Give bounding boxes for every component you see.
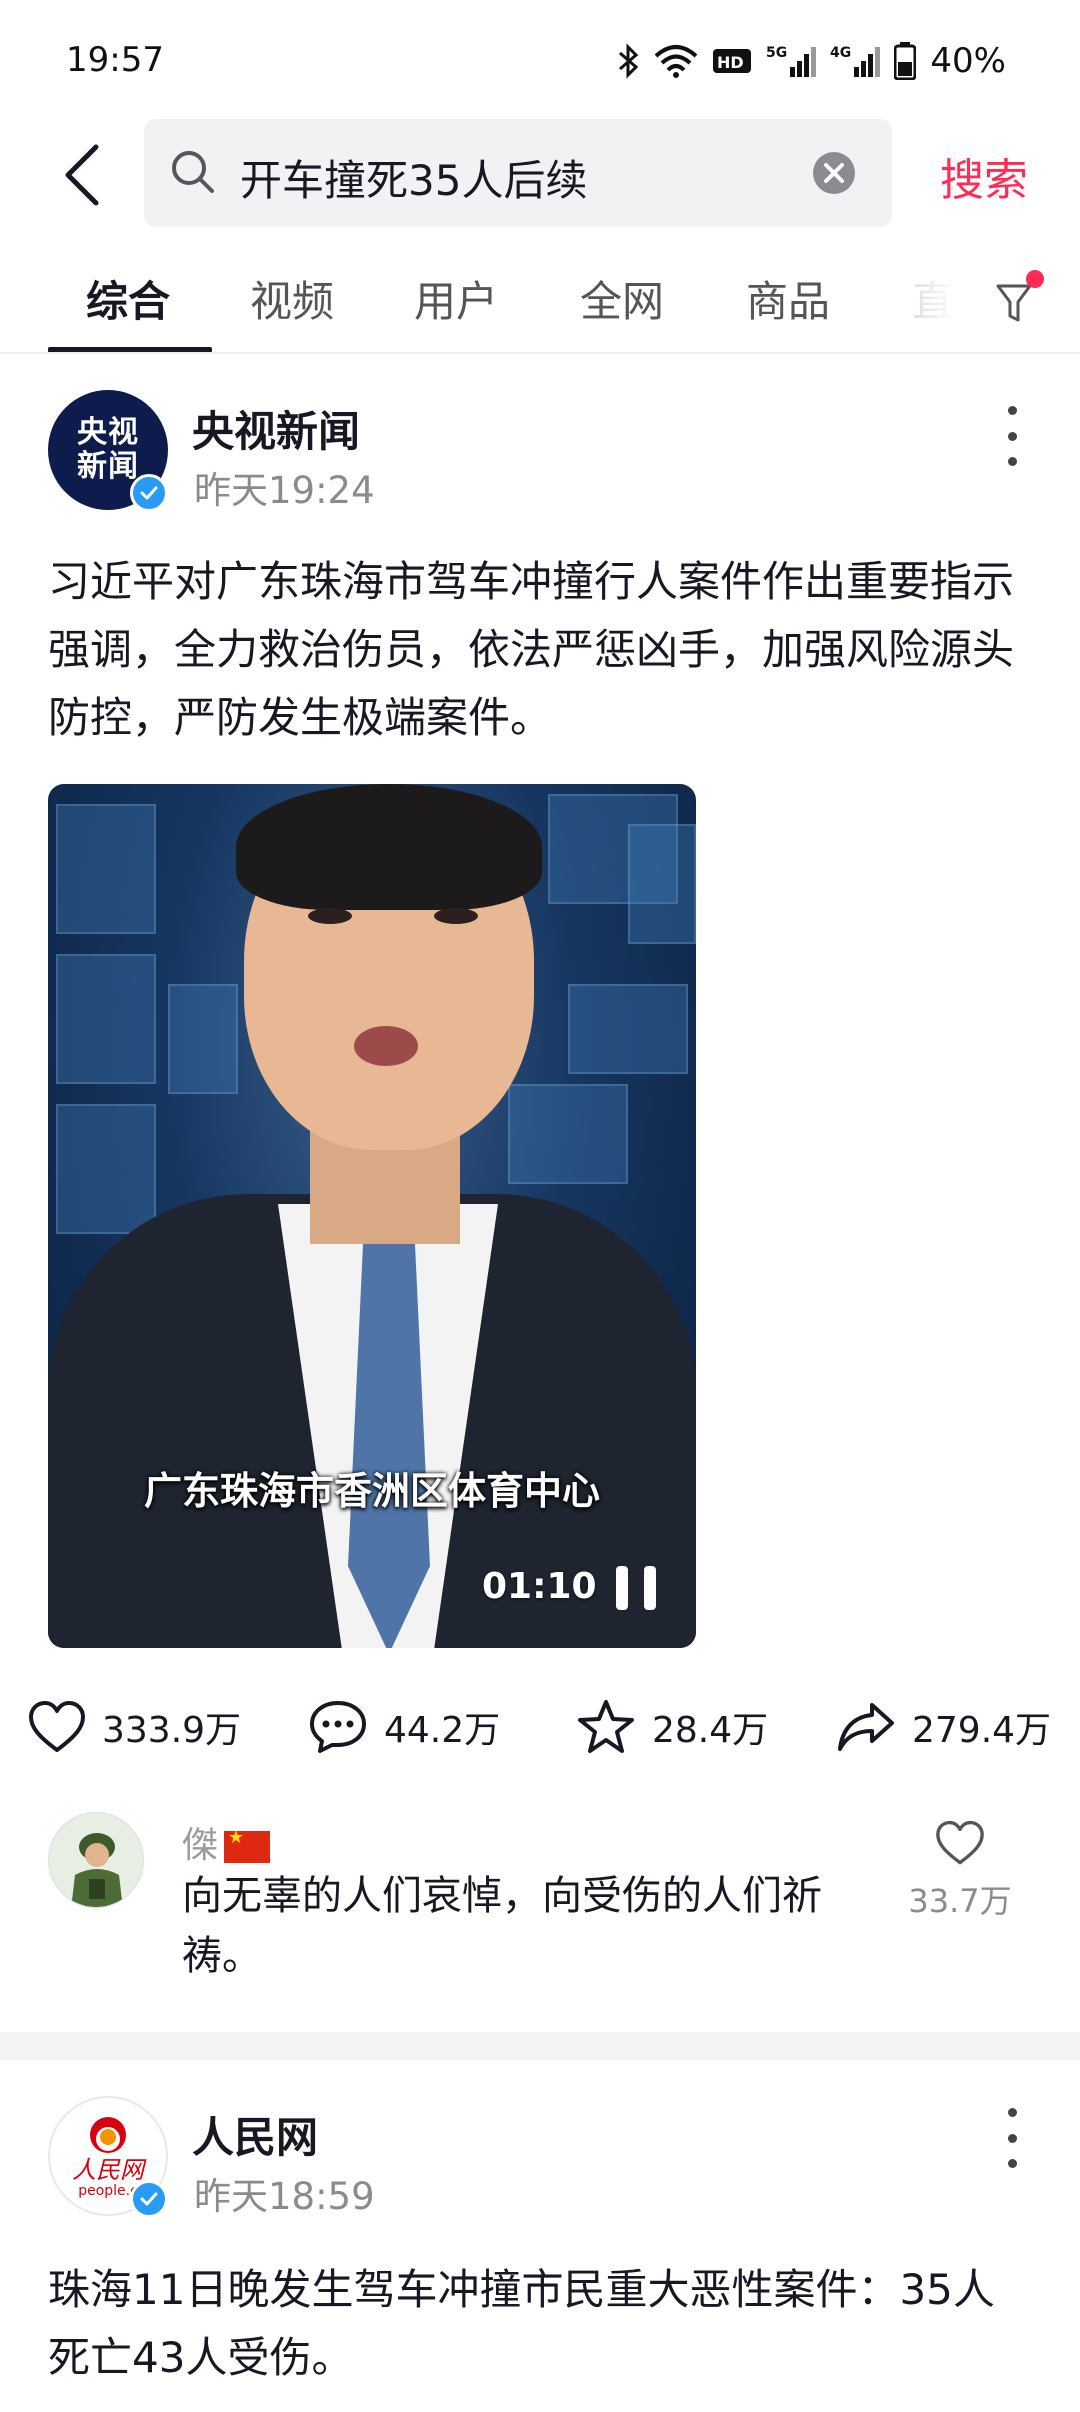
- comment-button[interactable]: 44.2万: [308, 1690, 500, 1764]
- post-time: 昨天19:24: [194, 469, 375, 512]
- avatar-text-line2: 新闻: [77, 449, 139, 484]
- svg-text:4G: 4G: [830, 45, 851, 61]
- verified-icon: [130, 474, 168, 512]
- back-button[interactable]: [52, 140, 112, 210]
- status-bar: 19:57 HD 5G 4G 40%: [0, 0, 1080, 116]
- hd-icon: HD: [712, 46, 752, 76]
- post-text[interactable]: 习近平对广东珠海市驾车冲撞行人案件作出重要指示强调，全力救治伤员，依法严惩凶手，…: [48, 548, 1028, 752]
- tab-users[interactable]: 用户: [414, 268, 498, 329]
- like-count: 333.9万: [102, 1710, 242, 1751]
- tab-web[interactable]: 全网: [580, 268, 664, 329]
- wifi-icon: [654, 44, 698, 78]
- comment-count: 44.2万: [384, 1710, 501, 1751]
- people-logo-icon: [90, 2117, 126, 2153]
- anchor-eye-left: [308, 908, 352, 924]
- avatar-text-line1: 央视: [77, 415, 139, 450]
- avatar-subtext: people.c: [78, 2183, 138, 2199]
- section-divider: [0, 2032, 1080, 2060]
- anchor-eye-right: [434, 908, 478, 924]
- comment-text: 向无辜的人们哀悼，向受伤的人们祈祷。: [182, 1873, 822, 1979]
- more-options-button[interactable]: [1000, 2108, 1024, 2168]
- commenter-avatar[interactable]: [48, 1812, 144, 1908]
- post-card[interactable]: 央视 新闻 央视新闻 昨天19:24 习近平对广东珠海市驾车冲撞行人案件作出重要…: [0, 390, 1080, 2030]
- share-count: 279.4万: [912, 1710, 1052, 1751]
- tab-bar: 综合 视频 用户 全网 商品 直: [0, 254, 1080, 354]
- svg-text:HD: HD: [717, 53, 744, 72]
- post-actions: 333.9万 44.2万 28.4万 279.4万: [0, 1690, 1080, 1764]
- filter-icon: [996, 284, 1032, 322]
- tab-video[interactable]: 视频: [250, 268, 334, 329]
- post-text[interactable]: 珠海11日晚发生驾车冲撞市民重大恶性案件：35人死亡43人受伤。: [48, 2256, 1028, 2392]
- video-player[interactable]: 广东珠海市香洲区体育中心 01:10: [48, 784, 696, 1648]
- tab-products[interactable]: 商品: [746, 268, 830, 329]
- share-button[interactable]: 279.4万: [836, 1690, 1051, 1764]
- post-card[interactable]: 人民网 people.c 人民网 昨天18:59 珠海11日晚发生驾车冲撞市民重…: [0, 2096, 1080, 2412]
- star-icon: [578, 1700, 634, 1753]
- bluetooth-icon: [618, 43, 640, 79]
- search-button[interactable]: 搜索: [940, 144, 1028, 208]
- 5g-signal-icon: 5G: [766, 43, 817, 79]
- search-box[interactable]: 开车撞死35人后续: [144, 119, 892, 227]
- favorite-button[interactable]: 28.4万: [576, 1690, 768, 1764]
- top-comment[interactable]: 傑 向无辜的人们哀悼，向受伤的人们祈祷。 33.7万: [0, 1812, 1080, 1982]
- comment-like-count: 33.7万: [908, 1882, 1012, 1920]
- heart-icon: [29, 1701, 85, 1752]
- tab-fade-overlay: [880, 254, 990, 344]
- post-time: 昨天18:59: [194, 2175, 375, 2218]
- author-name[interactable]: 人民网: [192, 2104, 318, 2165]
- 4g-signal-icon: 4G: [830, 43, 881, 79]
- filter-button[interactable]: [996, 270, 1056, 330]
- svg-text:5G: 5G: [766, 45, 787, 61]
- like-button[interactable]: 333.9万: [28, 1690, 241, 1764]
- avatar-text: 人民网: [72, 2156, 144, 2184]
- search-input[interactable]: 开车撞死35人后续: [240, 147, 587, 208]
- comment-icon: [310, 1701, 366, 1753]
- tab-comprehensive[interactable]: 综合: [86, 268, 170, 329]
- comment-like-button[interactable]: 33.7万: [900, 1820, 1020, 1922]
- china-flag-icon: [224, 1827, 271, 1863]
- video-duration: 01:10: [482, 1566, 597, 1607]
- status-icons: HD 5G 4G 40%: [618, 36, 1080, 86]
- share-icon: [838, 1703, 894, 1751]
- search-row: 开车撞死35人后续 搜索: [0, 116, 1080, 234]
- clear-icon[interactable]: [812, 151, 856, 199]
- more-options-button[interactable]: [1000, 406, 1024, 466]
- verified-icon: [130, 2180, 168, 2218]
- video-caption: 广东珠海市香洲区体育中心: [143, 1469, 600, 1513]
- battery-icon: [894, 42, 917, 80]
- battery-percent: 40%: [930, 41, 1006, 81]
- author-name[interactable]: 央视新闻: [192, 398, 360, 459]
- search-icon: [170, 149, 216, 199]
- pause-icon[interactable]: [616, 1566, 656, 1610]
- anchor-mouth: [354, 1026, 418, 1066]
- heart-icon: [936, 1820, 984, 1865]
- back-arrow-icon: [65, 144, 99, 206]
- commenter-name[interactable]: 傑: [182, 1816, 271, 1868]
- filter-notification-dot: [1026, 270, 1044, 288]
- tabs-divider: [0, 352, 1080, 354]
- status-time: 19:57: [66, 40, 164, 80]
- anchor-hair: [236, 784, 542, 910]
- favorite-count: 28.4万: [652, 1710, 769, 1751]
- commenter-name-text: 傑: [182, 1825, 219, 1866]
